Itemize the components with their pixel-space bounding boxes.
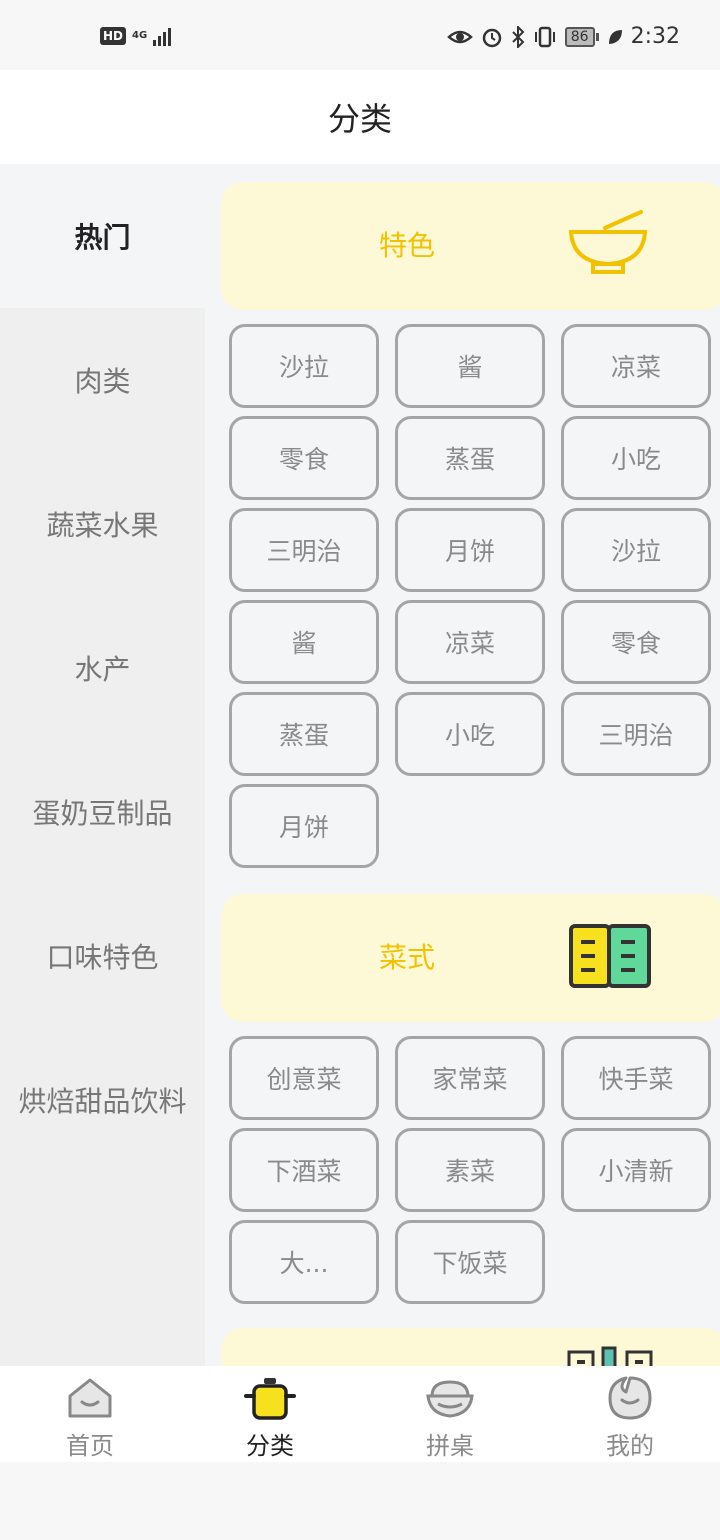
sidebar-item-egg-dairy-soy[interactable]: 蛋奶豆制品 — [0, 740, 205, 884]
sidebar-item-seafood[interactable]: 水产 — [0, 596, 205, 740]
tag-chip[interactable]: 零食 — [229, 416, 379, 500]
tag-chip[interactable]: 沙拉 — [229, 324, 379, 408]
network-type: 4G — [132, 30, 148, 41]
tag-chip[interactable]: 凉菜 — [395, 600, 545, 684]
tag-chip[interactable]: 下酒菜 — [229, 1128, 379, 1212]
tag-chip[interactable]: 沙拉 — [561, 508, 711, 592]
page-title: 分类 — [327, 100, 392, 138]
section-banner-partial[interactable] — [221, 1328, 720, 1366]
sidebar-item-vegetables-fruits[interactable]: 蔬菜水果 — [0, 452, 205, 596]
vibrate-icon — [534, 26, 555, 47]
status-bar: HD 4G 86 2:32 — [0, 0, 720, 70]
sidebar-item-label: 水产 — [74, 653, 131, 686]
nav-label: 拼桌 — [426, 1432, 474, 1460]
battery-icon: 86 — [564, 26, 599, 47]
cookware-icon — [567, 1346, 653, 1366]
clock: 2:32 — [630, 24, 680, 49]
sidebar-item-hot[interactable]: 热门 — [0, 164, 205, 308]
sidebar-item-label: 热门 — [74, 221, 131, 254]
pot-icon — [244, 1378, 296, 1420]
tag-chip[interactable]: 蒸蛋 — [229, 692, 379, 776]
sidebar-item-label: 肉类 — [74, 365, 131, 398]
battery-level: 86 — [564, 26, 595, 47]
category-content: 特色 沙拉 酱 凉菜 零食 蒸蛋 小吃 三明治 月饼 沙拉 酱 凉菜 零食 蒸蛋… — [205, 164, 720, 1366]
tag-chip[interactable]: 酱 — [229, 600, 379, 684]
sidebar-item-label: 蔬菜水果 — [46, 509, 159, 542]
status-left: HD 4G — [100, 26, 172, 46]
hd-badge: HD — [100, 27, 127, 45]
tag-chip[interactable]: 零食 — [561, 600, 711, 684]
nav-home[interactable]: 首页 — [0, 1366, 180, 1462]
nav-label: 首页 — [66, 1432, 114, 1460]
sidebar-item-label: 烘焙甜品饮料 — [18, 1085, 187, 1118]
tag-chip[interactable]: 蒸蛋 — [395, 416, 545, 500]
tag-chip[interactable]: 创意菜 — [229, 1036, 379, 1120]
nav-share-table[interactable]: 拼桌 — [360, 1366, 540, 1462]
sidebar-item-meat[interactable]: 肉类 — [0, 308, 205, 452]
tag-chip[interactable]: 月饼 — [395, 508, 545, 592]
section-banner-featured[interactable]: 特色 — [221, 182, 720, 310]
nav-profile[interactable]: 我的 — [540, 1366, 720, 1462]
tag-chip[interactable]: 素菜 — [395, 1128, 545, 1212]
sidebar-item-baking-drinks[interactable]: 烘焙甜品饮料 — [0, 1028, 205, 1172]
profile-icon — [608, 1376, 652, 1420]
sidebar-item-label: 蛋奶豆制品 — [32, 797, 173, 830]
bowl-icon — [426, 1380, 474, 1418]
leaf-icon — [608, 29, 622, 44]
bluetooth-icon — [512, 25, 525, 48]
page-header: 分类 — [0, 70, 720, 164]
recipe-book-icon — [569, 924, 651, 988]
tag-chip[interactable]: 大... — [229, 1220, 379, 1304]
nav-label: 分类 — [246, 1432, 294, 1460]
section-title: 菜式 — [379, 941, 436, 974]
status-right: 86 2:32 — [446, 24, 680, 49]
bottom-navigation: 首页 分类 拼桌 我的 — [0, 1366, 720, 1462]
signal-icon — [153, 26, 172, 46]
tag-chip[interactable]: 快手菜 — [561, 1036, 711, 1120]
tag-chip[interactable]: 酱 — [395, 324, 545, 408]
tag-chip[interactable]: 小吃 — [395, 692, 545, 776]
tag-chip[interactable]: 家常菜 — [395, 1036, 545, 1120]
sidebar-item-label: 口味特色 — [46, 941, 159, 974]
tag-chip[interactable]: 月饼 — [229, 784, 379, 868]
tag-chip[interactable]: 三明治 — [561, 692, 711, 776]
home-icon — [68, 1378, 112, 1418]
system-nav-area — [0, 1462, 720, 1540]
tag-chip[interactable]: 小清新 — [561, 1128, 711, 1212]
alarm-icon — [482, 28, 502, 47]
nav-category[interactable]: 分类 — [180, 1366, 360, 1462]
tag-chip[interactable]: 小吃 — [561, 416, 711, 500]
sidebar-item-flavor[interactable]: 口味特色 — [0, 884, 205, 1028]
nav-label: 我的 — [606, 1432, 654, 1460]
tag-chip[interactable]: 凉菜 — [561, 324, 711, 408]
section-banner-dish-style[interactable]: 菜式 — [221, 894, 720, 1022]
section-title: 特色 — [379, 229, 436, 262]
tag-chip[interactable]: 三明治 — [229, 508, 379, 592]
category-sidebar: 热门 肉类 蔬菜水果 水产 蛋奶豆制品 口味特色 烘焙甜品饮料 — [0, 164, 205, 1366]
tag-chip[interactable]: 下饭菜 — [395, 1220, 545, 1304]
bowl-icon — [568, 210, 648, 274]
eye-icon — [446, 30, 473, 43]
